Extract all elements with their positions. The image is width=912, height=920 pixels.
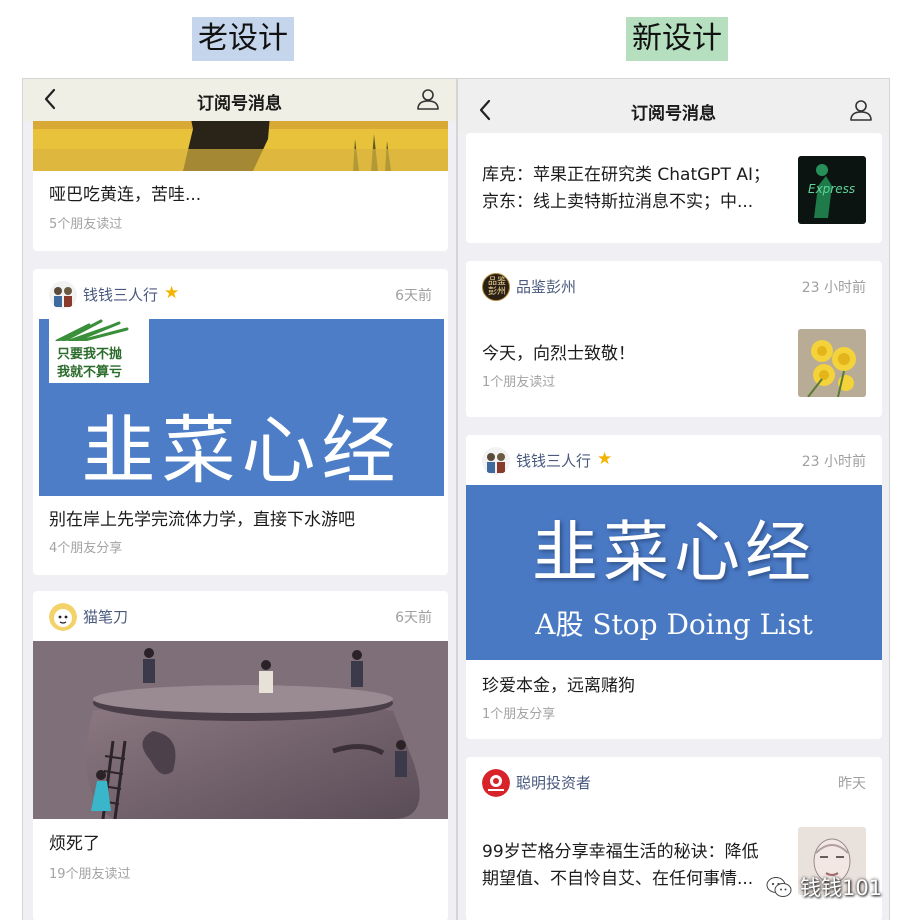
user-profile-icon[interactable] [849,98,873,122]
card-header: 品鉴彭州 品鉴彭州 23 小时前 [482,261,866,311]
chives-icon [55,319,129,343]
article-title-line-1: 99岁芒格分享幸福生活的秘诀：降低 [482,842,759,862]
article-title: 别在岸上先学完流体力学，直接下水游吧 [49,510,355,530]
nav-title: 订阅号消息 [631,104,716,124]
post-time: 6天前 [395,610,432,626]
old-design-label: 老设计 [192,17,294,61]
watermark-text: 钱钱101 [800,876,883,900]
post-time: 23 小时前 [801,454,866,470]
sign-line-2: 我就不算亏 [57,365,123,380]
account-name[interactable]: 品鉴彭州 [516,276,576,297]
article-title: 珍爱本金，远离赌狗 [482,676,635,696]
banner-subtitle: A股 Stop Doing List [535,608,813,641]
article-title-line-2: 期望值、不自怜自艾、在任何事情... [482,869,754,889]
watermark: 钱钱101 [766,870,882,904]
card-header: 钱钱三人行 ★ 23 小时前 [482,435,866,485]
new-design-screen: 订阅号消息 库克：苹果正在研究类 ChatGPT AI； 京东：线上卖特斯拉消息… [457,78,890,920]
wechat-logo-icon [766,877,792,897]
new-design-label: 新设计 [626,17,728,61]
sign-line-1: 只要我不抛 [57,347,123,362]
article-card[interactable]: 钱钱三人行 ★ 6天前 只要我不抛 我就不算亏 韭菜心经 别在岸上先学完流体力学… [33,269,448,575]
article-card[interactable]: 钱钱三人行 ★ 23 小时前 韭菜心经 A股 Stop Doing List 珍… [466,435,882,739]
nav-bar: 订阅号消息 [458,79,889,133]
banner-heading: 韭菜心经 [532,514,816,591]
friends-read-count: 19个朋友读过 [49,867,131,882]
account-avatar[interactable]: 品鉴彭州 [482,273,510,301]
article-thumbnail: Express [798,156,866,224]
article-title-line-2: 京东：线上卖特斯拉消息不实；中... [482,192,754,212]
friends-share-count: 4个朋友分享 [49,541,123,556]
user-profile-icon[interactable] [416,87,440,111]
friends-share-count: 1个朋友分享 [482,707,556,722]
nav-title: 订阅号消息 [197,94,282,114]
cover-image [33,641,448,819]
post-time: 6天前 [395,288,432,304]
thumbnail-text: Express [808,182,856,196]
account-avatar[interactable] [49,281,77,309]
post-time: 昨天 [838,776,866,792]
article-title-line-1: 库克：苹果正在研究类 ChatGPT AI； [482,165,770,185]
account-avatar[interactable] [49,603,77,631]
friends-read-count: 5个朋友读过 [49,217,123,232]
account-name[interactable]: 聪明投资者 [516,772,591,793]
article-card[interactable]: 猫笔刀 6天前 烦死了 19个朋友读过 [33,591,448,920]
star-icon: ★ [597,449,613,469]
cover-banner: 韭菜心经 A股 Stop Doing List [466,485,882,660]
article-title: 哑巴吃黄连，苦哇... [49,185,202,205]
old-design-screen: 订阅号消息 哑巴吃黄连，苦哇... 5个朋友读过 钱钱三人行 ★ 6天前 只要我… [22,78,457,920]
card-header: 聪明投资者 昨天 [482,757,866,807]
avatar-text: 品鉴彭州 [487,277,506,297]
article-card[interactable]: 库克：苹果正在研究类 ChatGPT AI； 京东：线上卖特斯拉消息不实；中..… [466,133,882,243]
article-card[interactable]: 品鉴彭州 品鉴彭州 23 小时前 今天，向烈士致敬！ 1个朋友读过 [466,261,882,417]
star-icon: ★ [164,283,180,303]
account-name[interactable]: 钱钱三人行 [516,450,591,471]
account-avatar[interactable] [482,447,510,475]
sign-box: 只要我不抛 我就不算亏 [49,319,149,383]
card-header: 猫笔刀 6天前 [49,591,432,641]
article-title: 烦死了 [49,834,100,854]
nav-bar: 订阅号消息 [23,79,456,121]
article-thumbnail [798,329,866,397]
comparison-image: 老设计 新设计 订阅号消息 哑巴吃黄连，苦哇... 5个朋友读过 钱钱三人行 ★… [0,0,912,920]
account-avatar[interactable] [482,769,510,797]
banner-heading: 韭菜心经 [81,408,402,494]
cover-banner: 只要我不抛 我就不算亏 韭菜心经 [39,319,444,496]
friends-read-count: 1个朋友读过 [482,375,556,390]
card-header: 钱钱三人行 ★ 6天前 [49,269,432,319]
account-name[interactable]: 猫笔刀 [83,606,128,627]
post-time: 23 小时前 [801,280,866,296]
account-name[interactable]: 钱钱三人行 [83,284,158,305]
